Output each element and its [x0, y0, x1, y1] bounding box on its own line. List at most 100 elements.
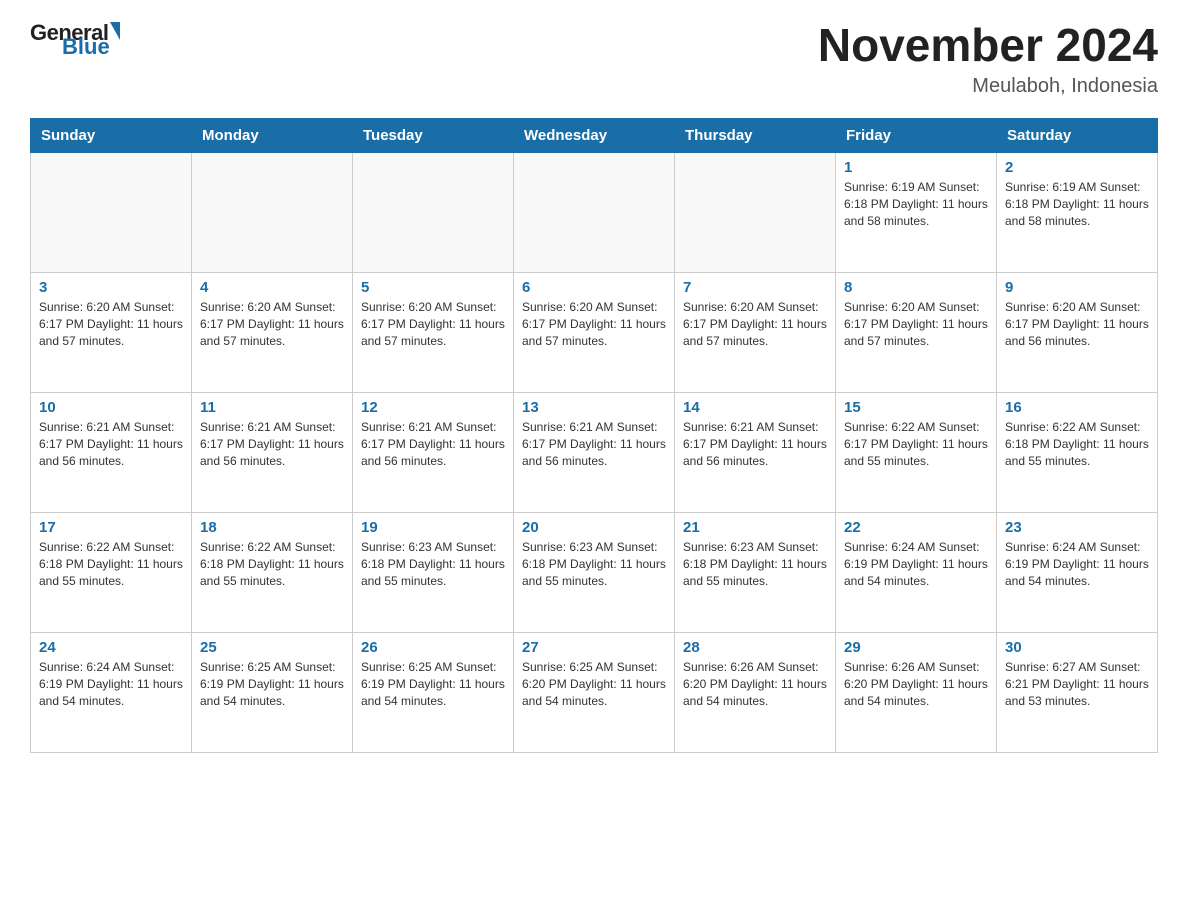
day-info: Sunrise: 6:21 AM Sunset: 6:17 PM Dayligh…	[200, 419, 344, 471]
day-number: 9	[1005, 279, 1149, 296]
calendar-cell	[675, 152, 836, 272]
day-number: 28	[683, 639, 827, 656]
day-number: 7	[683, 279, 827, 296]
day-info: Sunrise: 6:26 AM Sunset: 6:20 PM Dayligh…	[844, 659, 988, 711]
day-number: 27	[522, 639, 666, 656]
calendar-cell: 13Sunrise: 6:21 AM Sunset: 6:17 PM Dayli…	[514, 392, 675, 512]
calendar-cell: 22 Sunrise: 6:24 AM Sunset: 6:19 PM Dayli…	[836, 512, 997, 632]
calendar-week-row: 17 Sunrise: 6:22 AM Sunset: 6:18 PM Dayli…	[31, 512, 1158, 632]
calendar-cell: 23 Sunrise: 6:24 AM Sunset: 6:19 PM Dayli…	[997, 512, 1158, 632]
title-section: November 2024 Meulaboh, Indonesia	[818, 20, 1158, 98]
calendar-cell: 10 Sunrise: 6:21 AM Sunset: 6:17 PM Dayli…	[31, 392, 192, 512]
day-number: 24	[39, 639, 183, 656]
month-title: November 2024	[818, 20, 1158, 71]
day-number: 11	[200, 399, 344, 416]
calendar-cell: 29 Sunrise: 6:26 AM Sunset: 6:20 PM Dayli…	[836, 632, 997, 752]
calendar-cell: 25 Sunrise: 6:25 AM Sunset: 6:19 PM Dayli…	[192, 632, 353, 752]
calendar-cell	[31, 152, 192, 272]
day-info: Sunrise: 6:22 AM Sunset: 6:18 PM Dayligh…	[39, 539, 183, 591]
day-number: 3	[39, 279, 183, 296]
day-number: 17	[39, 519, 183, 536]
day-info: Sunrise: 6:22 AM Sunset: 6:17 PM Dayligh…	[844, 419, 988, 471]
calendar-cell: 6 Sunrise: 6:20 AM Sunset: 6:17 PM Daylig…	[514, 272, 675, 392]
day-info: Sunrise: 6:20 AM Sunset: 6:17 PM Dayligh…	[200, 299, 344, 351]
calendar-cell: 2 Sunrise: 6:19 AM Sunset: 6:18 PM Daylig…	[997, 152, 1158, 272]
calendar-week-row: 1 Sunrise: 6:19 AM Sunset: 6:18 PM Daylig…	[31, 152, 1158, 272]
calendar-cell: 18 Sunrise: 6:22 AM Sunset: 6:18 PM Dayli…	[192, 512, 353, 632]
day-number: 6	[522, 279, 666, 296]
calendar-day-header: Tuesday	[353, 118, 514, 152]
day-info: Sunrise: 6:22 AM Sunset: 6:18 PM Dayligh…	[1005, 419, 1149, 471]
day-info: Sunrise: 6:24 AM Sunset: 6:19 PM Dayligh…	[39, 659, 183, 711]
day-number: 4	[200, 279, 344, 296]
calendar-cell: 16 Sunrise: 6:22 AM Sunset: 6:18 PM Dayli…	[997, 392, 1158, 512]
calendar-cell: 12Sunrise: 6:21 AM Sunset: 6:17 PM Dayli…	[353, 392, 514, 512]
calendar-cell: 21 Sunrise: 6:23 AM Sunset: 6:18 PM Dayli…	[675, 512, 836, 632]
calendar-cell	[192, 152, 353, 272]
day-number: 23	[1005, 519, 1149, 536]
calendar-cell	[514, 152, 675, 272]
day-info: Sunrise: 6:21 AM Sunset: 6:17 PM Dayligh…	[39, 419, 183, 471]
calendar-cell: 20Sunrise: 6:23 AM Sunset: 6:18 PM Dayli…	[514, 512, 675, 632]
day-info: Sunrise: 6:25 AM Sunset: 6:19 PM Dayligh…	[200, 659, 344, 711]
day-number: 26	[361, 639, 505, 656]
day-info: Sunrise: 6:25 AM Sunset: 6:19 PM Dayligh…	[361, 659, 505, 711]
day-number: 30	[1005, 639, 1149, 656]
day-info: Sunrise: 6:20 AM Sunset: 6:17 PM Dayligh…	[844, 299, 988, 351]
day-info: Sunrise: 6:20 AM Sunset: 6:17 PM Dayligh…	[683, 299, 827, 351]
day-number: 16	[1005, 399, 1149, 416]
day-number: 10	[39, 399, 183, 416]
day-info: Sunrise: 6:21 AM Sunset: 6:17 PM Dayligh…	[683, 419, 827, 471]
calendar-cell: 17 Sunrise: 6:22 AM Sunset: 6:18 PM Dayli…	[31, 512, 192, 632]
calendar-cell: 27Sunrise: 6:25 AM Sunset: 6:20 PM Dayli…	[514, 632, 675, 752]
day-info: Sunrise: 6:26 AM Sunset: 6:20 PM Dayligh…	[683, 659, 827, 711]
day-info: Sunrise: 6:19 AM Sunset: 6:18 PM Dayligh…	[1005, 179, 1149, 231]
day-number: 15	[844, 399, 988, 416]
day-number: 21	[683, 519, 827, 536]
day-info: Sunrise: 6:20 AM Sunset: 6:17 PM Dayligh…	[522, 299, 666, 351]
calendar-cell	[353, 152, 514, 272]
calendar-cell: 24 Sunrise: 6:24 AM Sunset: 6:19 PM Dayli…	[31, 632, 192, 752]
day-info: Sunrise: 6:23 AM Sunset: 6:18 PM Dayligh…	[361, 539, 505, 591]
calendar-cell: 26 Sunrise: 6:25 AM Sunset: 6:19 PM Dayli…	[353, 632, 514, 752]
day-info: Sunrise: 6:22 AM Sunset: 6:18 PM Dayligh…	[200, 539, 344, 591]
calendar-table: SundayMondayTuesdayWednesdayThursdayFrid…	[30, 118, 1158, 753]
calendar-week-row: 24 Sunrise: 6:24 AM Sunset: 6:19 PM Dayli…	[31, 632, 1158, 752]
day-number: 14	[683, 399, 827, 416]
calendar-cell: 9Sunrise: 6:20 AM Sunset: 6:17 PM Daylig…	[997, 272, 1158, 392]
day-number: 19	[361, 519, 505, 536]
day-number: 22	[844, 519, 988, 536]
day-info: Sunrise: 6:23 AM Sunset: 6:18 PM Dayligh…	[522, 539, 666, 591]
day-info: Sunrise: 6:21 AM Sunset: 6:17 PM Dayligh…	[522, 419, 666, 471]
day-info: Sunrise: 6:24 AM Sunset: 6:19 PM Dayligh…	[1005, 539, 1149, 591]
day-info: Sunrise: 6:23 AM Sunset: 6:18 PM Dayligh…	[683, 539, 827, 591]
calendar-day-header: Saturday	[997, 118, 1158, 152]
calendar-cell: 11 Sunrise: 6:21 AM Sunset: 6:17 PM Dayli…	[192, 392, 353, 512]
logo: General Blue	[30, 20, 120, 60]
day-number: 29	[844, 639, 988, 656]
calendar-cell: 30Sunrise: 6:27 AM Sunset: 6:21 PM Dayli…	[997, 632, 1158, 752]
calendar-cell: 4 Sunrise: 6:20 AM Sunset: 6:17 PM Daylig…	[192, 272, 353, 392]
calendar-day-header: Wednesday	[514, 118, 675, 152]
calendar-week-row: 3 Sunrise: 6:20 AM Sunset: 6:17 PM Daylig…	[31, 272, 1158, 392]
calendar-cell: 14 Sunrise: 6:21 AM Sunset: 6:17 PM Dayli…	[675, 392, 836, 512]
calendar-cell: 3Sunrise: 6:20 AM Sunset: 6:17 PM Daylig…	[31, 272, 192, 392]
day-info: Sunrise: 6:21 AM Sunset: 6:17 PM Dayligh…	[361, 419, 505, 471]
calendar-day-header: Sunday	[31, 118, 192, 152]
calendar-cell: 1Sunrise: 6:19 AM Sunset: 6:18 PM Daylig…	[836, 152, 997, 272]
logo-triangle-icon	[110, 22, 120, 40]
calendar-day-header: Monday	[192, 118, 353, 152]
calendar-cell: 5Sunrise: 6:20 AM Sunset: 6:17 PM Daylig…	[353, 272, 514, 392]
calendar-header-row: SundayMondayTuesdayWednesdayThursdayFrid…	[31, 118, 1158, 152]
calendar-cell: 15 Sunrise: 6:22 AM Sunset: 6:17 PM Dayli…	[836, 392, 997, 512]
day-info: Sunrise: 6:20 AM Sunset: 6:17 PM Dayligh…	[361, 299, 505, 351]
calendar-day-header: Friday	[836, 118, 997, 152]
calendar-day-header: Thursday	[675, 118, 836, 152]
day-number: 25	[200, 639, 344, 656]
logo-blue-text: Blue	[60, 34, 110, 60]
calendar-week-row: 10 Sunrise: 6:21 AM Sunset: 6:17 PM Dayli…	[31, 392, 1158, 512]
day-info: Sunrise: 6:24 AM Sunset: 6:19 PM Dayligh…	[844, 539, 988, 591]
day-number: 1	[844, 159, 988, 176]
day-number: 2	[1005, 159, 1149, 176]
day-number: 18	[200, 519, 344, 536]
